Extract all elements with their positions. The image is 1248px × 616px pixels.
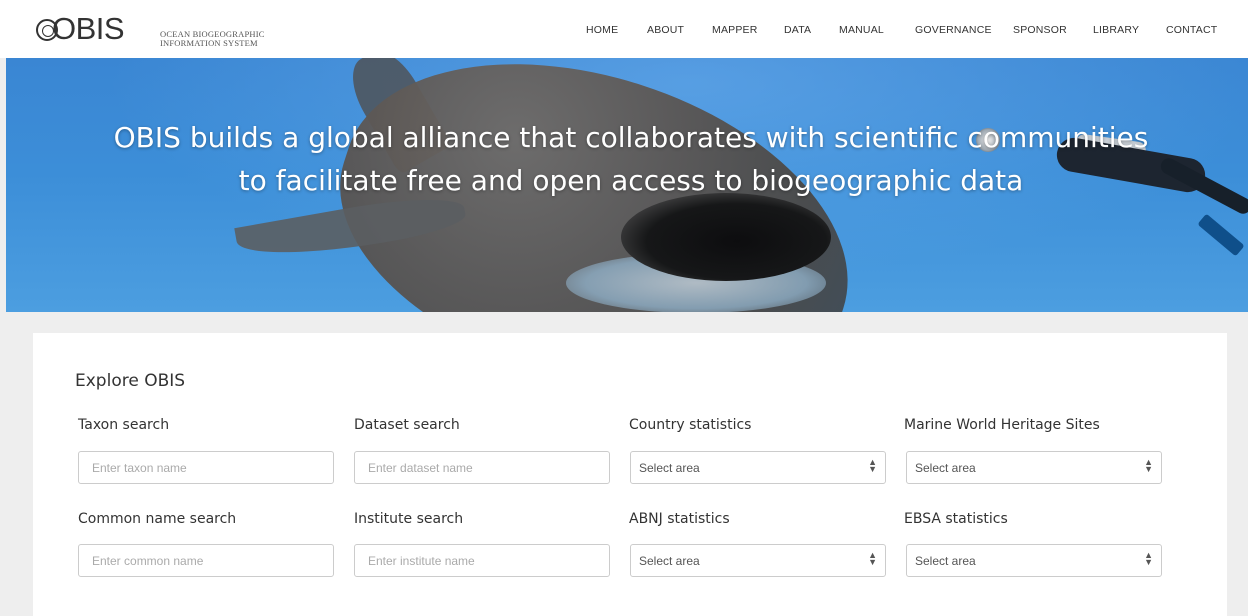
nav-data[interactable]: DATA bbox=[784, 24, 811, 36]
nav-governance[interactable]: GOVERNANCE bbox=[915, 24, 992, 36]
common-name-search-input[interactable] bbox=[78, 544, 334, 577]
logo-subtitle-line2: INFORMATION SYSTEM bbox=[160, 38, 258, 48]
explore-title: Explore OBIS bbox=[75, 371, 186, 391]
nav-library[interactable]: LIBRARY bbox=[1093, 24, 1139, 36]
select-value: Select area bbox=[915, 554, 976, 568]
site-header: OBIS OCEAN BIOGEOGRAPHIC INFORMATION SYS… bbox=[0, 0, 1248, 58]
nav-home[interactable]: HOME bbox=[586, 24, 618, 36]
nav-contact[interactable]: CONTACT bbox=[1166, 24, 1217, 36]
whale-shark-mouth bbox=[621, 193, 831, 281]
select-arrows-icon: ▲ ▼ bbox=[1144, 550, 1153, 567]
country-statistics-label: Country statistics bbox=[629, 417, 752, 433]
explore-panel: Explore OBIS Taxon search Dataset search… bbox=[33, 333, 1227, 616]
ebsa-statistics-label: EBSA statistics bbox=[904, 511, 1008, 527]
hero-banner: OBIS builds a global alliance that colla… bbox=[6, 58, 1248, 312]
taxon-search-label: Taxon search bbox=[78, 417, 170, 433]
select-value: Select area bbox=[639, 554, 700, 568]
nav-sponsor[interactable]: SPONSOR bbox=[1013, 24, 1067, 36]
select-arrows-icon: ▲ ▼ bbox=[868, 550, 877, 567]
select-arrows-icon: ▲ ▼ bbox=[1144, 457, 1153, 474]
select-arrows-icon: ▲ ▼ bbox=[868, 457, 877, 474]
select-value: Select area bbox=[915, 461, 976, 475]
heritage-sites-label: Marine World Heritage Sites bbox=[904, 417, 1100, 433]
select-value: Select area bbox=[639, 461, 700, 475]
main-nav: HOME ABOUT MAPPER DATA MANUAL GOVERNANCE… bbox=[0, 24, 1248, 38]
institute-search-label: Institute search bbox=[354, 511, 464, 527]
diver-fin bbox=[1197, 213, 1245, 257]
institute-search-input[interactable] bbox=[354, 544, 610, 577]
hero-headline: OBIS builds a global alliance that colla… bbox=[113, 121, 1149, 197]
common-name-search-label: Common name search bbox=[78, 511, 237, 527]
nav-mapper[interactable]: MAPPER bbox=[712, 24, 758, 36]
ebsa-statistics-select[interactable]: Select area ▲ ▼ bbox=[906, 544, 1162, 577]
abnj-statistics-select[interactable]: Select area ▲ ▼ bbox=[630, 544, 886, 577]
country-statistics-select[interactable]: Select area ▲ ▼ bbox=[630, 451, 886, 484]
taxon-search-input[interactable] bbox=[78, 451, 334, 484]
nav-about[interactable]: ABOUT bbox=[647, 24, 684, 36]
abnj-statistics-label: ABNJ statistics bbox=[629, 511, 730, 527]
dataset-search-label: Dataset search bbox=[354, 417, 460, 433]
heritage-sites-select[interactable]: Select area ▲ ▼ bbox=[906, 451, 1162, 484]
nav-manual[interactable]: MANUAL bbox=[839, 24, 884, 36]
dataset-search-input[interactable] bbox=[354, 451, 610, 484]
